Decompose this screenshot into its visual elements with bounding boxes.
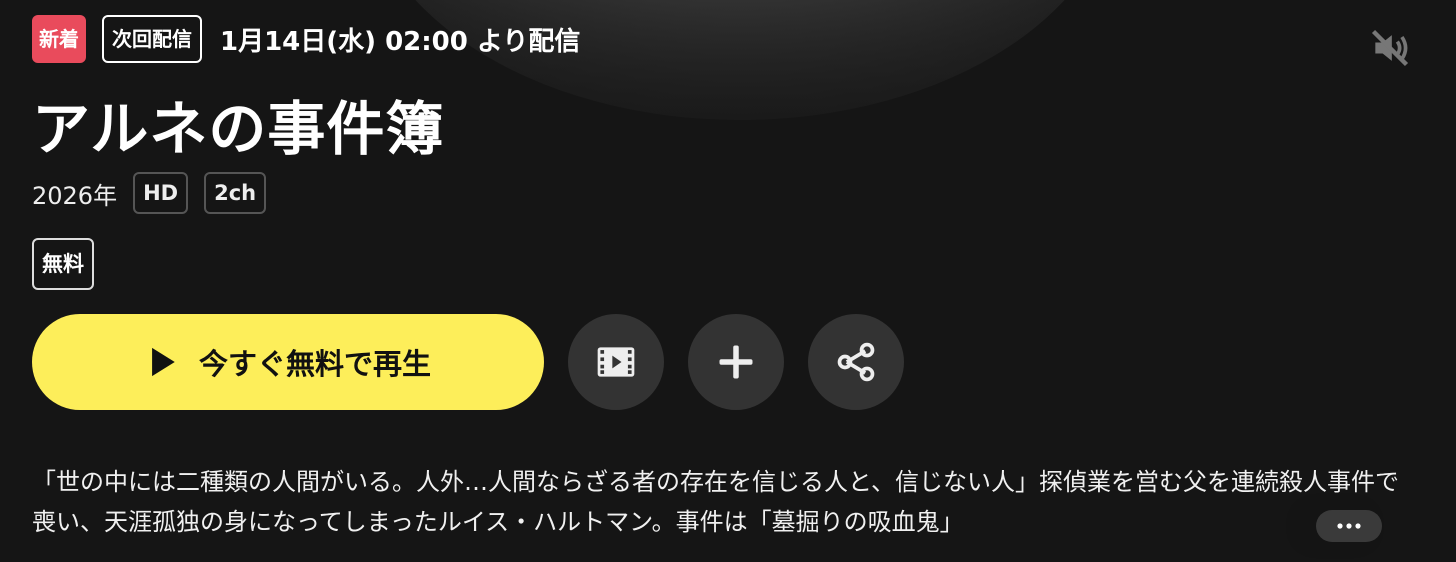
film-icon bbox=[597, 347, 635, 377]
quality-badge: HD bbox=[133, 172, 189, 214]
detail-content: 新着 次回配信 1月14日(水) 02:00 より配信 アルネの事件簿 2026… bbox=[32, 0, 1456, 562]
title-detail-page: 新着 次回配信 1月14日(水) 02:00 より配信 アルネの事件簿 2026… bbox=[0, 0, 1456, 562]
next-release-date: 1月14日(水) 02:00 より配信 bbox=[220, 26, 581, 57]
action-row: 今すぐ無料で再生 bbox=[32, 314, 904, 410]
share-button[interactable] bbox=[808, 314, 904, 410]
free-price-tag: 無料 bbox=[32, 238, 94, 290]
more-horizontal-icon bbox=[1337, 523, 1361, 529]
trailer-button[interactable] bbox=[568, 314, 664, 410]
add-to-list-button[interactable] bbox=[688, 314, 784, 410]
volume-muted-icon bbox=[1371, 29, 1409, 67]
meta-row: 2026年 HD 2ch bbox=[32, 172, 267, 214]
share-icon bbox=[837, 342, 875, 382]
release-year: 2026年 bbox=[32, 181, 118, 210]
synopsis-text: 「世の中には二種類の人間がいる。人外…人間ならざる者の存在を信じる人と、信じない… bbox=[32, 468, 1400, 536]
page-title: アルネの事件簿 bbox=[32, 95, 445, 163]
new-badge: 新着 bbox=[32, 15, 86, 63]
expand-synopsis-button[interactable] bbox=[1316, 510, 1382, 542]
next-episode-badge: 次回配信 bbox=[102, 15, 202, 63]
play-icon bbox=[152, 347, 175, 377]
play-now-button[interactable]: 今すぐ無料で再生 bbox=[32, 314, 544, 410]
mute-button[interactable] bbox=[1368, 26, 1412, 70]
plus-icon bbox=[719, 345, 753, 379]
audio-badge: 2ch bbox=[204, 172, 267, 214]
release-info-row: 新着 次回配信 1月14日(水) 02:00 より配信 bbox=[32, 15, 580, 63]
play-button-label: 今すぐ無料で再生 bbox=[198, 347, 431, 381]
